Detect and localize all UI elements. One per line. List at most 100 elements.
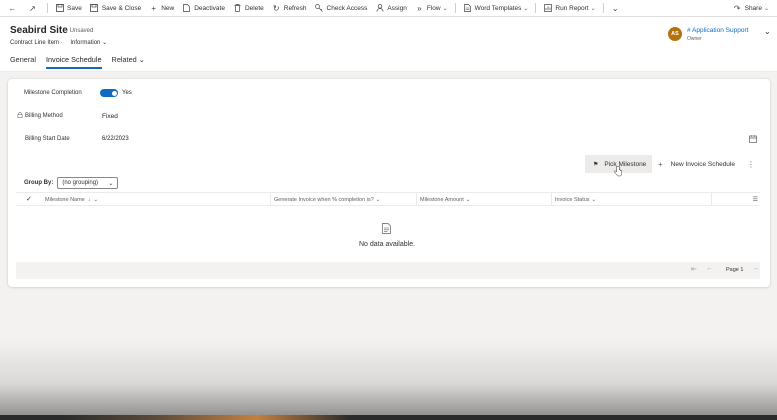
column-label: Invoice Status (555, 196, 590, 203)
calendar-icon[interactable] (749, 135, 757, 143)
report-icon (543, 4, 552, 13)
key-icon (315, 4, 324, 13)
run-report-button[interactable]: Run Report ⌄ (539, 0, 599, 17)
deactivate-label: Deactivate (194, 4, 225, 12)
back-arrow-icon: ← (8, 3, 17, 13)
person-icon (375, 4, 384, 13)
plus-icon: + (658, 159, 663, 169)
chevron-down-icon[interactable]: ⌄ (764, 27, 771, 36)
chevron-down-icon: ⌄ (102, 40, 108, 46)
avatar: AS (668, 27, 682, 41)
divider (535, 3, 537, 13)
toggle-knob (111, 90, 117, 96)
new-invoice-schedule-label: New Invoice Schedule (670, 160, 735, 168)
refresh-label: Refresh (283, 4, 307, 12)
billing-method-value: Fixed (102, 113, 118, 120)
save-close-label: Save & Close (101, 4, 142, 12)
lock-icon (17, 112, 23, 118)
open-in-new-window-button[interactable]: ↗ (24, 0, 44, 17)
group-by: Group By: (no grouping) ⌄ (24, 177, 119, 189)
refresh-icon: ↻ (272, 3, 280, 13)
group-by-value: (no grouping) (62, 180, 99, 186)
column-milestone-amount[interactable]: Milestone Amount ⌄ (416, 193, 551, 206)
document-icon (182, 4, 191, 13)
column-label: Generate Invoice when % completion is? (274, 196, 374, 203)
column-milestone-name[interactable]: Milestone Name ↓ ⌄ (42, 193, 270, 206)
chevron-down-icon: ⌄ (442, 5, 448, 12)
share-button[interactable]: ↷ Share ⌄ (729, 0, 773, 17)
chevron-down-icon: ⌄ (108, 180, 114, 187)
command-bar: ← ↗ Save Save & Close + New Deactivate De… (0, 0, 777, 17)
chevron-down-icon: ⌄ (591, 196, 597, 203)
first-page-icon[interactable]: ⇤ (691, 265, 697, 273)
save-close-button[interactable]: Save & Close (86, 0, 145, 17)
form-tabs: General Invoice Schedule Related ⌄ (10, 55, 155, 69)
record-header: Seabird Site - Unsaved Contract Line Ite… (0, 17, 777, 72)
check-access-button[interactable]: Check Access (311, 0, 372, 17)
column-options-icon: ☰ (752, 197, 758, 203)
owner-field[interactable]: AS # Application Support Owner ⌄ (668, 27, 771, 42)
word-templates-button[interactable]: Word Templates ⌄ (459, 0, 533, 17)
separator-dot: · (60, 40, 65, 46)
plus-icon: + (151, 3, 157, 13)
entity-name: Contract Line Item (10, 40, 60, 46)
column-generate-invoice[interactable]: Generate Invoice when % completion is? ⌄ (270, 193, 416, 206)
new-button[interactable]: + New (145, 0, 178, 17)
assign-label: Assign (387, 4, 407, 12)
empty-grid-message: No data available. (359, 241, 416, 248)
check-access-label: Check Access (326, 4, 368, 12)
flag-icon: ⚑ (593, 161, 599, 168)
billing-start-date-value[interactable]: 6/22/2023 (102, 136, 129, 142)
share-icon: ↷ (733, 3, 741, 13)
overflow-chevron-button[interactable]: ⌄ (607, 0, 627, 17)
flow-button[interactable]: » Flow ⌄ (411, 0, 452, 17)
record-title: Seabird Site (10, 25, 68, 36)
column-options[interactable]: ☰ (711, 193, 760, 206)
save-button[interactable]: Save (51, 0, 86, 17)
back-button[interactable]: ← (4, 0, 24, 17)
chevron-down-icon: ⌄ (138, 55, 145, 64)
new-invoice-schedule-button[interactable]: + New Invoice Schedule (658, 155, 735, 173)
refresh-button[interactable]: ↻ Refresh (268, 0, 311, 17)
divider (47, 3, 48, 13)
unsaved-status: - Unsaved (66, 28, 94, 34)
taskbar-strip (0, 415, 777, 420)
chevron-down-icon: ⌄ (93, 196, 99, 203)
next-page-icon[interactable]: → (752, 265, 759, 272)
save-icon (55, 4, 64, 13)
flow-label: Flow (426, 4, 441, 12)
tab-related[interactable]: Related ⌄ (112, 55, 150, 68)
pick-milestone-label: Pick Milestone (604, 160, 647, 168)
column-invoice-status[interactable]: Invoice Status ⌄ (551, 193, 711, 206)
more-commands-icon[interactable]: ⋮ (747, 155, 755, 173)
record-subtitle: Contract Line Item · Information ⌄ (10, 39, 107, 46)
form-name: Information (70, 40, 101, 46)
grid-footer: ⇤ ← Page 1 → (16, 262, 760, 279)
save-label: Save (67, 4, 82, 12)
milestone-completion-toggle[interactable] (100, 89, 118, 97)
billing-start-date-label: Billing Start Date (25, 136, 70, 142)
chevron-down-icon: ⌄ (590, 5, 596, 12)
divider (602, 3, 604, 13)
tab-invoice-schedule[interactable]: Invoice Schedule (45, 55, 107, 69)
tab-related-label: Related (111, 55, 137, 64)
billing-method-label: Billing Method (25, 113, 63, 119)
delete-button[interactable]: Delete (229, 0, 268, 17)
bottom-fade-overlay (0, 340, 777, 420)
owner-info: # Application Support Owner (687, 27, 748, 42)
milestone-completion-label: Milestone Completion (24, 90, 82, 96)
assign-button[interactable]: Assign (371, 0, 411, 17)
page-number: Page 1 (726, 267, 744, 273)
owner-name[interactable]: # Application Support (687, 27, 748, 34)
tab-general[interactable]: General (10, 55, 41, 68)
deactivate-button[interactable]: Deactivate (178, 0, 229, 17)
flow-icon: » (417, 3, 422, 13)
sort-down-icon: ↓ (87, 196, 91, 203)
form-selector[interactable]: Information ⌄ (70, 40, 107, 46)
new-label: New (161, 4, 175, 12)
column-label: Milestone Name (45, 196, 85, 203)
previous-page-icon[interactable]: ← (706, 265, 713, 272)
run-report-label: Run Report (555, 4, 589, 12)
group-by-select[interactable]: (no grouping) ⌄ (57, 177, 119, 189)
select-all-checkbox[interactable]: ✓ (26, 195, 32, 203)
